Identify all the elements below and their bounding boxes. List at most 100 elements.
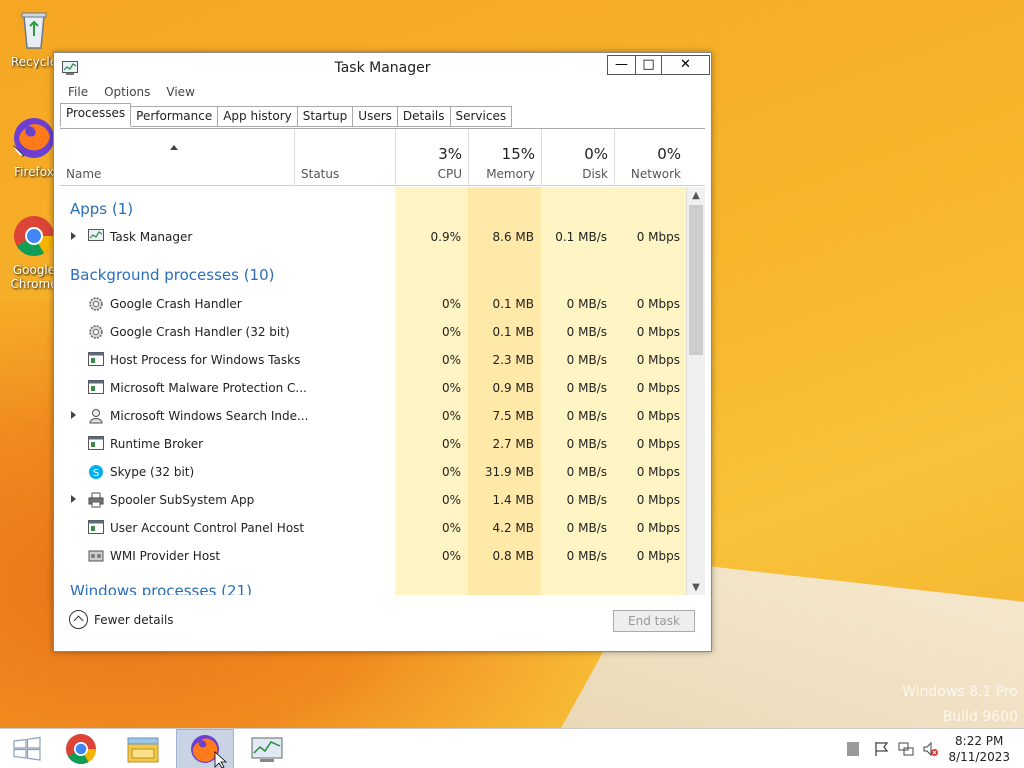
column-header-status[interactable]: Status <box>294 129 395 186</box>
process-disk: 0 MB/s <box>566 409 607 423</box>
group-header-background[interactable]: Background processes (10) <box>70 266 275 284</box>
task-manager-icon <box>251 737 283 762</box>
task-manager-window: Task Manager — □ ✕ File Options View Pro… <box>53 52 712 652</box>
process-cpu: 0% <box>441 353 461 367</box>
tab-startup[interactable]: Startup <box>297 106 354 127</box>
window-icon <box>88 352 104 369</box>
taskbar-file-explorer[interactable] <box>114 729 172 768</box>
column-header-memory[interactable]: 15% Memory <box>468 129 541 186</box>
tab-performance[interactable]: Performance <box>131 106 219 127</box>
process-cpu: 0% <box>441 325 461 339</box>
column-header-name[interactable]: Name <box>60 129 294 186</box>
end-task-button[interactable]: End task <box>613 610 695 632</box>
taskbar-firefox[interactable] <box>176 729 234 768</box>
fewer-details-button[interactable]: Fewer details <box>69 610 174 629</box>
scroll-down-icon[interactable]: ▼ <box>687 579 705 595</box>
process-row[interactable]: Google Crash Handler (32 bit) 0% 0.1 MB 0 M… <box>60 318 686 346</box>
scroll-up-icon[interactable]: ▲ <box>687 187 705 204</box>
group-header-apps[interactable]: Apps (1) <box>70 200 133 218</box>
group-header-windows[interactable]: Windows processes (21) <box>70 582 252 595</box>
process-network: 0 Mbps <box>636 325 680 339</box>
process-row[interactable]: Microsoft Malware Protection C... 0% 0.9 M… <box>60 374 686 402</box>
network-icon[interactable] <box>898 741 914 757</box>
title-bar[interactable]: Task Manager — □ ✕ <box>54 53 711 83</box>
process-memory: 2.7 MB <box>492 437 534 451</box>
tab-services[interactable]: Services <box>450 106 513 127</box>
expand-arrow-icon[interactable] <box>71 232 76 240</box>
expand-arrow-icon[interactable] <box>71 495 76 503</box>
expand-arrow-icon[interactable] <box>71 411 76 419</box>
process-name: WMI Provider Host <box>110 549 221 563</box>
column-header-network[interactable]: 0% Network <box>614 129 687 186</box>
task-manager-icon <box>88 229 104 246</box>
tab-processes[interactable]: Processes <box>60 103 132 127</box>
menu-file[interactable]: File <box>60 83 96 103</box>
process-list: Apps (1) Background processes (10) Windo… <box>60 187 686 595</box>
process-row[interactable]: User Account Control Panel Host 0% 4.2 MB 0… <box>60 514 686 542</box>
process-row[interactable]: Host Process for Windows Tasks 0% 2.3 MB 0 … <box>60 346 686 374</box>
process-cpu: 0% <box>441 381 461 395</box>
scrollbar-thumb[interactable] <box>689 205 703 355</box>
processes-panel: Name Status 3% CPU 15% Memory 0% Disk 0%… <box>60 128 705 595</box>
process-memory: 4.2 MB <box>492 521 534 535</box>
process-name: Spooler SubSystem App <box>110 493 255 507</box>
taskbar-chrome[interactable] <box>52 729 110 768</box>
svg-text:S: S <box>93 468 99 479</box>
show-desktop-icon[interactable] <box>847 742 859 756</box>
window-icon <box>88 436 104 453</box>
process-cpu: 0% <box>441 465 461 479</box>
process-cpu: 0% <box>441 437 461 451</box>
clock-date: 8/11/2023 <box>948 750 1010 764</box>
recycle-bin-icon <box>21 12 47 49</box>
process-row[interactable]: Spooler SubSystem App 0% 1.4 MB 0 MB/s 0 Mbp… <box>60 486 686 514</box>
process-row[interactable]: WMI Provider Host 0% 0.8 MB 0 MB/s 0 Mbps <box>60 542 686 570</box>
menu-options[interactable]: Options <box>96 83 158 103</box>
maximize-icon: □ <box>642 57 655 72</box>
process-name: Task Manager <box>110 230 193 244</box>
clock[interactable]: 8:22 PM 8/11/2023 <box>948 733 1010 765</box>
process-row[interactable]: Google Crash Handler 0% 0.1 MB 0 MB/s 0 Mbps <box>60 290 686 318</box>
windows-build-watermark: Build 9600 <box>942 709 1018 725</box>
window-icon <box>88 380 104 397</box>
process-disk: 0 MB/s <box>566 437 607 451</box>
process-network: 0 Mbps <box>636 493 680 507</box>
process-network: 0 Mbps <box>636 437 680 451</box>
column-header-cpu[interactable]: 3% CPU <box>395 129 468 186</box>
process-network: 0 Mbps <box>636 297 680 311</box>
vertical-scrollbar[interactable]: ▲ ▼ <box>686 187 705 595</box>
firefox-icon <box>191 735 228 768</box>
file-explorer-icon <box>127 737 159 763</box>
process-row[interactable]: Runtime Broker 0% 2.7 MB 0 MB/s 0 Mbps <box>60 430 686 458</box>
network-total-percent: 0% <box>657 145 681 163</box>
process-disk: 0 MB/s <box>566 521 607 535</box>
process-row[interactable]: Task Manager 0.9% 8.6 MB 0.1 MB/s 0 Mbps <box>60 223 686 251</box>
clock-time: 8:22 PM <box>955 734 1004 748</box>
tab-users[interactable]: Users <box>353 106 398 127</box>
process-memory: 2.3 MB <box>492 353 534 367</box>
process-memory: 1.4 MB <box>492 493 534 507</box>
taskbar-task-manager[interactable] <box>238 729 296 768</box>
maximize-button[interactable]: □ <box>635 55 662 75</box>
column-header-label: Status <box>301 167 340 181</box>
volume-muted-icon[interactable] <box>922 741 938 757</box>
process-row[interactable]: S Skype (32 bit) 0% 31.9 MB 0 MB/s 0 Mbps <box>60 458 686 486</box>
process-disk: 0 MB/s <box>566 325 607 339</box>
process-network: 0 Mbps <box>636 381 680 395</box>
chevron-up-icon <box>69 610 88 629</box>
tab-details[interactable]: Details <box>397 106 451 127</box>
flag-icon[interactable] <box>874 741 890 757</box>
close-button[interactable]: ✕ <box>661 55 710 75</box>
start-button[interactable] <box>0 729 58 768</box>
column-header-disk[interactable]: 0% Disk <box>541 129 614 186</box>
tab-app-history[interactable]: App history <box>218 106 298 127</box>
minimize-button[interactable]: — <box>607 55 636 75</box>
process-disk: 0 MB/s <box>566 549 607 563</box>
menu-view[interactable]: View <box>158 83 202 103</box>
chrome-icon <box>14 216 54 256</box>
process-name: Microsoft Windows Search Inde... <box>110 409 309 423</box>
gear-icon <box>88 324 104 343</box>
process-network: 0 Mbps <box>636 465 680 479</box>
process-row[interactable]: Microsoft Windows Search Inde... 0% 7.5 MB… <box>60 402 686 430</box>
column-header-label: Name <box>66 167 102 181</box>
process-name: Google Crash Handler (32 bit) <box>110 325 290 339</box>
